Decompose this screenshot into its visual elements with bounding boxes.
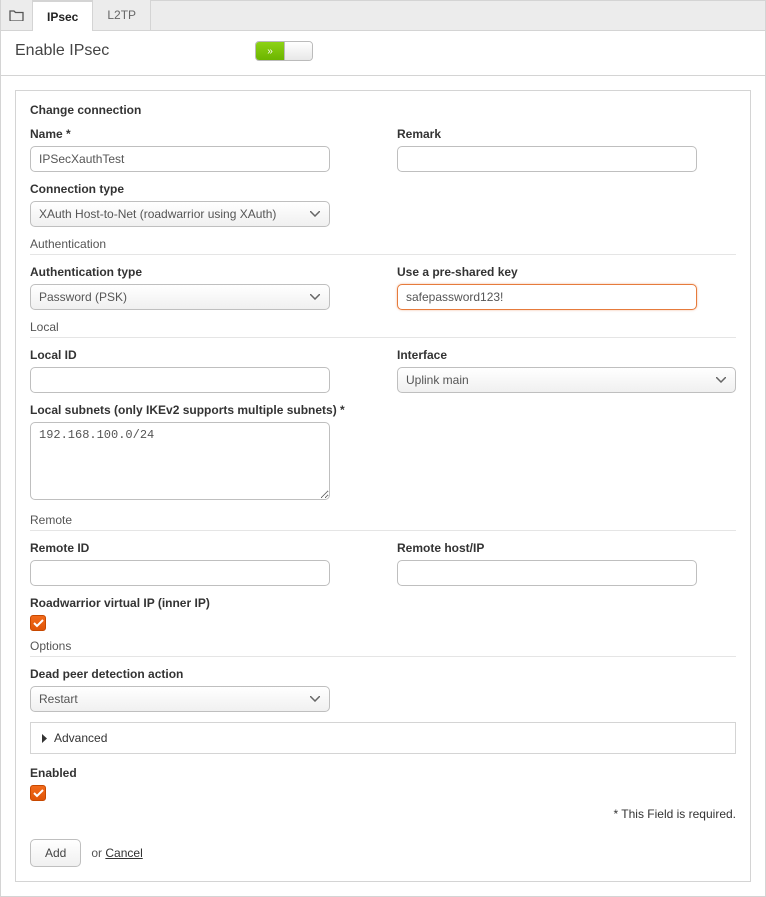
local-id-label: Local ID [30,348,369,362]
advanced-label: Advanced [54,731,107,745]
remote-host-label: Remote host/IP [397,541,736,555]
footer-row: Add or Cancel [30,839,736,867]
auth-type-select[interactable]: Password (PSK) [30,284,330,310]
caret-right-icon [41,734,48,743]
local-section-label: Local [30,320,736,338]
enable-ipsec-toggle[interactable]: » [255,41,313,61]
options-section-label: Options [30,639,736,657]
name-label: Name * [30,127,369,141]
roadwarrior-label: Roadwarrior virtual IP (inner IP) [30,596,736,610]
check-icon [33,789,44,798]
tab-ipsec[interactable]: IPsec [33,1,93,31]
enabled-label: Enabled [30,766,736,780]
remote-id-input[interactable] [30,560,330,586]
local-subnets-textarea[interactable]: 192.168.100.0/24 [30,422,330,500]
auth-type-label: Authentication type [30,265,369,279]
connection-type-select[interactable]: XAuth Host-to-Net (roadwarrior using XAu… [30,201,330,227]
remote-host-input[interactable] [397,560,697,586]
name-input[interactable] [30,146,330,172]
advanced-toggle[interactable]: Advanced [30,722,736,754]
interface-select[interactable]: Uplink main [397,367,736,393]
dpd-select[interactable]: Restart [30,686,330,712]
interface-label: Interface [397,348,736,362]
enable-ipsec-row: Enable IPsec » [1,31,765,76]
folder-tab[interactable] [1,0,33,30]
check-icon [33,619,44,628]
local-id-input[interactable] [30,367,330,393]
tab-l2tp[interactable]: L2TP [93,0,151,30]
folder-icon [9,9,24,21]
roadwarrior-checkbox[interactable] [30,615,46,631]
enabled-checkbox[interactable] [30,785,46,801]
psk-label: Use a pre-shared key [397,265,736,279]
change-connection-panel: Change connection Name * Remark Connecti… [15,90,751,882]
authentication-section-label: Authentication [30,237,736,255]
required-note: * This Field is required. [30,807,736,821]
toggle-handle [284,42,312,60]
psk-input[interactable] [397,284,697,310]
remark-label: Remark [397,127,736,141]
remark-input[interactable] [397,146,697,172]
cancel-link[interactable]: Cancel [105,846,142,860]
or-text: or Cancel [91,846,142,860]
add-button[interactable]: Add [30,839,81,867]
toggle-on-indicator: » [256,42,284,60]
dpd-label: Dead peer detection action [30,667,369,681]
enable-ipsec-label: Enable IPsec [15,42,255,60]
panel-wrapper: Change connection Name * Remark Connecti… [1,76,765,896]
remote-id-label: Remote ID [30,541,369,555]
local-subnets-label: Local subnets (only IKEv2 supports multi… [30,403,369,417]
remote-section-label: Remote [30,513,736,531]
tab-bar: IPsec L2TP [1,1,765,31]
panel-title: Change connection [30,103,736,117]
connection-type-label: Connection type [30,182,369,196]
main-container: IPsec L2TP Enable IPsec » Change connect… [0,0,766,897]
